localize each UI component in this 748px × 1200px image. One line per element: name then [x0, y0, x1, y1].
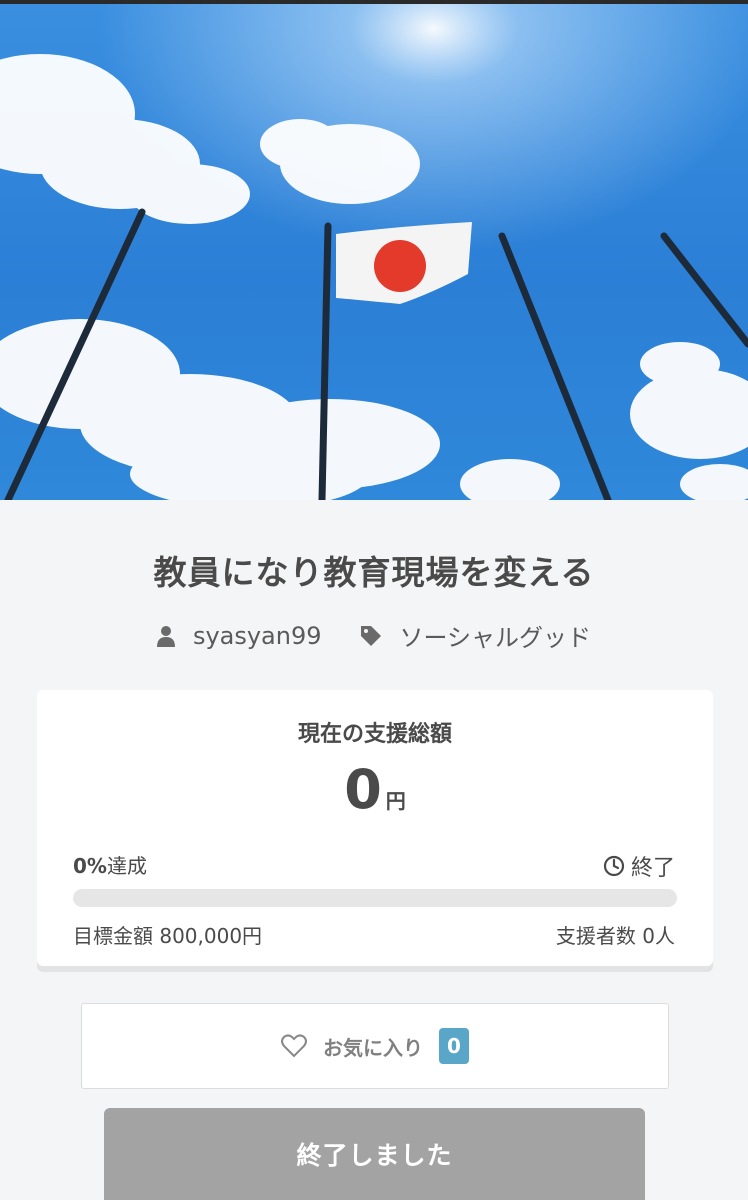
- backer-count: 支援者数 0人: [555, 924, 675, 948]
- tag-icon: [360, 625, 381, 646]
- project-hero-image: [0, 4, 748, 500]
- amount-unit: 円: [385, 789, 406, 813]
- author-link[interactable]: syasyan99: [156, 621, 322, 650]
- project-status: 終了: [603, 850, 675, 882]
- funding-label: 現在の支援総額: [297, 722, 452, 747]
- user-icon: [156, 625, 175, 647]
- clock-icon: [603, 855, 625, 877]
- project-title: 教員になり教育現場を変える: [153, 553, 595, 592]
- category-link[interactable]: ソーシャルグッド: [360, 618, 592, 653]
- ended-button[interactable]: 終了しました: [104, 1108, 645, 1200]
- heart-outline-icon: [281, 1034, 307, 1058]
- favorite-button[interactable]: お気に入り 0: [81, 1003, 669, 1089]
- goal-amount: 目標金額 800,000円: [73, 924, 263, 948]
- project-meta: syasyan99 ソーシャルグッド: [0, 618, 748, 653]
- favorite-label: お気に入り: [323, 1035, 423, 1060]
- funding-amount: 0円: [37, 758, 713, 821]
- progress-bar: [73, 889, 677, 907]
- category-name: ソーシャルグッド: [399, 624, 592, 652]
- favorite-count-badge: 0: [439, 1028, 469, 1064]
- achievement-rate: 0%達成: [73, 850, 147, 879]
- achievement-percent: 0%: [73, 854, 107, 878]
- amount-value: 0: [344, 758, 382, 821]
- funding-card: 現在の支援総額 0円 0%達成 終了 目標金額 800,000円 支援者数 0人: [37, 690, 713, 966]
- status-text: 終了: [630, 856, 675, 881]
- achievement-suffix: 達成: [106, 854, 147, 878]
- author-name: syasyan99: [192, 621, 322, 650]
